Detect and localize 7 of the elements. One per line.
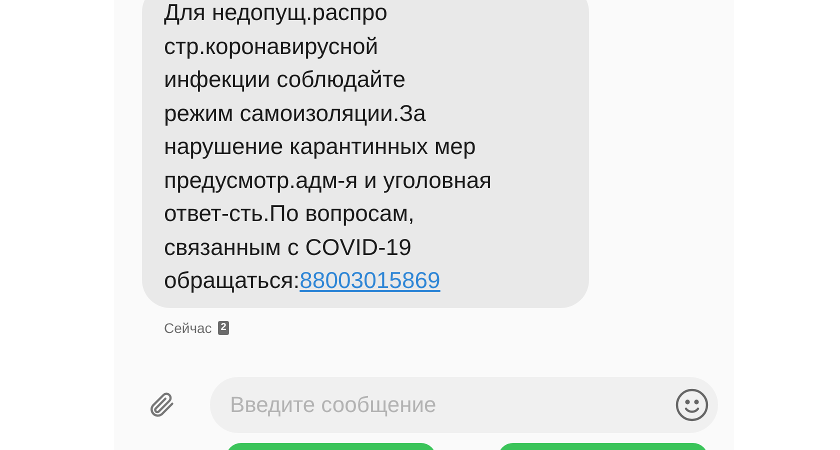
phone-link[interactable]: 88003015869 [300,267,440,293]
sim-badge: 2 [218,321,230,335]
message-text: Для недопущ.распро стр.коронавирусной инфекции соблюдайте режим самоизоляции.За нарушение карантинных мер предусмотр.адм-я и уголовная ответ-сть.По вопросам, связанным с COVID-19 обращаться:88003015869 [164,0,493,295]
message-input-field[interactable]: Введите сообщение [210,376,718,432]
smiley-icon[interactable] [674,386,710,422]
message-input[interactable]: Введите сообщение [230,388,674,421]
message-time: Сейчас [164,318,212,338]
